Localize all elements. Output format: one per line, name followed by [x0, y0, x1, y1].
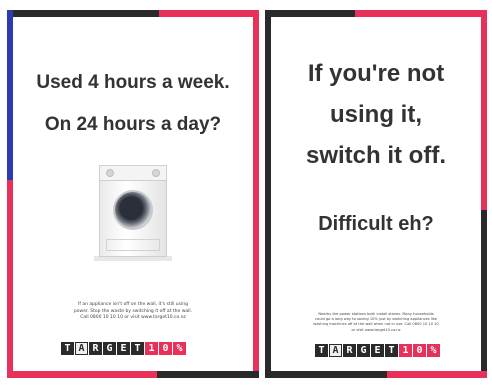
logo-letter: G: [357, 344, 370, 357]
logo-letter: R: [343, 344, 356, 357]
logo-letter: A: [75, 342, 88, 355]
frame-strip: [7, 180, 13, 378]
logo-letter: 1: [399, 344, 412, 357]
headline-line-1: If you're not: [307, 60, 445, 87]
frame-strip: [265, 10, 271, 378]
frame-strip: [481, 10, 487, 210]
frame-strip: [481, 210, 487, 378]
target-10-logo: T A R G E T 1 0 %: [61, 342, 186, 355]
logo-letter: A: [329, 344, 342, 357]
frame-strip: [355, 10, 487, 17]
poster-left: Used 4 hours a week. On 24 hours a day? …: [7, 10, 259, 378]
logo-letter: E: [117, 342, 130, 355]
logo-letter: %: [173, 342, 186, 355]
logo-letter: T: [131, 342, 144, 355]
logo-letter: G: [103, 342, 116, 355]
logo-letter: 0: [159, 342, 172, 355]
frame-strip: [159, 10, 259, 17]
body-line: or visit www.target10.co.nz: [351, 327, 401, 332]
logo-letter: E: [371, 344, 384, 357]
headline-line-2: using it,: [330, 101, 422, 128]
logo-letter: 0: [413, 344, 426, 357]
body-copy: If an appliance isn't off on the wall, i…: [37, 302, 229, 322]
logo-letter: %: [427, 344, 440, 357]
frame-strip: [253, 10, 259, 378]
logo-letter: R: [89, 342, 102, 355]
frame-strip: [7, 10, 13, 180]
frame-strip: [265, 371, 387, 378]
frame-strip: [7, 371, 157, 378]
frame-strip: [265, 10, 355, 17]
washing-machine-image: [94, 165, 172, 261]
tagline: Difficult eh?: [318, 213, 434, 235]
logo-letter: 1: [145, 342, 158, 355]
frame-strip: [7, 10, 159, 17]
body-copy: Nearby the power stations both install s…: [289, 312, 463, 333]
body-line: Call 0800 10 10 10 or visit www.target10…: [80, 315, 186, 320]
frame-strip: [157, 371, 259, 378]
poster-right: If you're not using it, switch it off. D…: [265, 10, 487, 378]
headline-line-3: switch it off.: [306, 142, 446, 169]
logo-letter: T: [315, 344, 328, 357]
target-10-logo: T A R G E T 1 0 %: [315, 344, 440, 357]
logo-letter: T: [385, 344, 398, 357]
headline-line-1: Used 4 hours a week.: [36, 72, 230, 93]
headline-line-2: On 24 hours a day?: [44, 114, 222, 135]
body-line: washing machines off at the wall when no…: [313, 322, 439, 327]
logo-letter: T: [61, 342, 74, 355]
frame-strip: [387, 371, 487, 378]
